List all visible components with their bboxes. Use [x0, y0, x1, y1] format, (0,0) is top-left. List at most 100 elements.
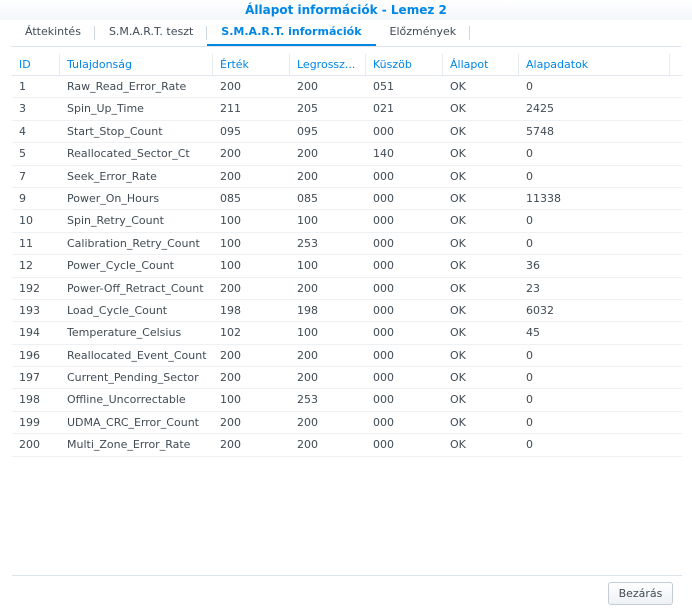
- cell-value: 198: [220, 303, 241, 317]
- cell-raw-data: 6032: [526, 303, 554, 317]
- table-header: ID Tulajdonság Érték Legrossz... Küszöb …: [12, 54, 682, 76]
- table-row[interactable]: 193 Load_Cycle_Count 198 198 000 OK 6032: [12, 300, 682, 323]
- column-header-threshold[interactable]: Küszöb: [366, 54, 443, 75]
- cell-value: 102: [220, 326, 241, 340]
- cell-worst: 200: [297, 281, 318, 295]
- close-button[interactable]: Bezárás: [608, 582, 673, 605]
- cell-status: OK: [450, 393, 466, 407]
- cell-threshold: 000: [373, 214, 394, 228]
- table-row[interactable]: 5 Reallocated_Sector_Ct 200 200 140 OK 0: [12, 143, 682, 166]
- column-header-worst[interactable]: Legrossz...: [290, 54, 366, 75]
- cell-attribute: Reallocated_Event_Count: [67, 348, 207, 362]
- cell-raw-data: 0: [526, 80, 533, 93]
- cell-status: OK: [450, 102, 466, 116]
- tab-overview[interactable]: Áttekintés: [11, 20, 95, 46]
- cell-threshold: 000: [373, 438, 394, 452]
- cell-value: 200: [220, 371, 241, 385]
- table-row[interactable]: 11 Calibration_Retry_Count 100 253 000 OK 0: [12, 233, 682, 256]
- table-row[interactable]: 1 Raw_Read_Error_Rate 200 200 051 OK 0: [12, 76, 682, 99]
- cell-raw-data: 0: [526, 169, 533, 183]
- cell-id: 3: [19, 102, 26, 116]
- cell-raw-data: 0: [526, 438, 533, 452]
- smart-attributes-table: ID Tulajdonság Érték Legrossz... Küszöb …: [12, 54, 682, 457]
- cell-value: 100: [220, 393, 241, 407]
- cell-id: 9: [19, 191, 26, 205]
- cell-value: 100: [220, 214, 241, 228]
- cell-threshold: 000: [373, 191, 394, 205]
- tab-smart-test[interactable]: S.M.A.R.T. teszt: [95, 20, 208, 46]
- cell-threshold: 000: [373, 371, 394, 385]
- table-row[interactable]: 7 Seek_Error_Rate 200 200 000 OK 0: [12, 166, 682, 188]
- column-header-raw-data[interactable]: Alapadatok: [519, 54, 670, 75]
- cell-attribute: Power_Cycle_Count: [67, 259, 174, 273]
- cell-attribute: Current_Pending_Sector: [67, 371, 199, 385]
- cell-worst: 200: [297, 147, 318, 161]
- cell-raw-data: 11338: [526, 191, 561, 205]
- cell-worst: 200: [297, 169, 318, 183]
- table-row[interactable]: 194 Temperature_Celsius 102 100 000 OK 45: [12, 322, 682, 345]
- cell-worst: 200: [297, 371, 318, 385]
- table-row[interactable]: 199 UDMA_CRC_Error_Count 200 200 000 OK 0: [12, 412, 682, 435]
- cell-value: 200: [220, 415, 241, 429]
- cell-attribute: UDMA_CRC_Error_Count: [67, 415, 199, 429]
- cell-threshold: 000: [373, 124, 394, 138]
- table-row[interactable]: 10 Spin_Retry_Count 100 100 000 OK 0: [12, 210, 682, 233]
- cell-raw-data: 5748: [526, 124, 554, 138]
- tab-overview-label: Áttekintés: [25, 25, 81, 38]
- cell-id: 10: [19, 214, 33, 228]
- table-row[interactable]: 196 Reallocated_Event_Count 200 200 000 OK 0: [12, 345, 682, 368]
- tab-history-label: Előzmények: [389, 25, 457, 38]
- cell-worst: 200: [297, 438, 318, 452]
- table-row[interactable]: 3 Spin_Up_Time 211 205 021 OK 2425: [12, 98, 682, 121]
- table-row[interactable]: 197 Current_Pending_Sector 200 200 000 OK 0: [12, 367, 682, 390]
- cell-attribute: Power_On_Hours: [67, 191, 160, 205]
- column-header-value[interactable]: Érték: [213, 54, 290, 75]
- tab-separator: [469, 26, 471, 40]
- cell-raw-data: 36: [526, 259, 540, 273]
- cell-id: 197: [19, 371, 40, 385]
- cell-raw-data: 0: [526, 348, 533, 362]
- cell-raw-data: 2425: [526, 102, 554, 116]
- cell-id: 193: [19, 303, 40, 317]
- cell-status: OK: [450, 214, 466, 228]
- cell-value: 200: [220, 147, 241, 161]
- cell-threshold: 000: [373, 348, 394, 362]
- tab-smart-test-label: S.M.A.R.T. teszt: [108, 25, 194, 38]
- cell-id: 11: [19, 236, 33, 250]
- table-row[interactable]: 192 Power-Off_Retract_Count 200 200 000 OK 23: [12, 278, 682, 300]
- cell-status: OK: [450, 415, 466, 429]
- cell-threshold: 140: [373, 147, 394, 161]
- cell-id: 1: [19, 80, 26, 93]
- cell-id: 200: [19, 438, 40, 452]
- cell-attribute: Offline_Uncorrectable: [67, 393, 186, 407]
- cell-id: 196: [19, 348, 40, 362]
- column-header-status[interactable]: Állapot: [443, 54, 519, 75]
- table-row[interactable]: 4 Start_Stop_Count 095 095 000 OK 5748: [12, 121, 682, 144]
- column-header-filler: [670, 54, 682, 75]
- cell-status: OK: [450, 281, 466, 295]
- cell-attribute: Reallocated_Sector_Ct: [67, 147, 190, 161]
- cell-worst: 095: [297, 124, 318, 138]
- cell-value: 200: [220, 169, 241, 183]
- cell-attribute: Raw_Read_Error_Rate: [67, 80, 187, 93]
- cell-id: 192: [19, 281, 40, 295]
- tab-history[interactable]: Előzmények: [376, 20, 471, 46]
- cell-raw-data: 0: [526, 415, 533, 429]
- cell-threshold: 000: [373, 281, 394, 295]
- cell-worst: 100: [297, 326, 318, 340]
- column-header-id[interactable]: ID: [12, 54, 60, 75]
- table-row[interactable]: 9 Power_On_Hours 085 085 000 OK 11338: [12, 188, 682, 211]
- cell-status: OK: [450, 147, 466, 161]
- cell-status: OK: [450, 326, 466, 340]
- table-row[interactable]: 200 Multi_Zone_Error_Rate 200 200 000 OK 0: [12, 434, 682, 457]
- cell-status: OK: [450, 371, 466, 385]
- cell-threshold: 000: [373, 415, 394, 429]
- tab-smart-info[interactable]: S.M.A.R.T. információk: [207, 20, 376, 46]
- table-row[interactable]: 12 Power_Cycle_Count 100 100 000 OK 36: [12, 255, 682, 278]
- cell-threshold: 000: [373, 259, 394, 273]
- cell-raw-data: 0: [526, 214, 533, 228]
- window-title: Állapot információk - Lemez 2: [0, 0, 692, 20]
- table-row[interactable]: 198 Offline_Uncorrectable 100 253 000 OK 0: [12, 389, 682, 412]
- column-header-attribute[interactable]: Tulajdonság: [60, 54, 213, 75]
- cell-value: 200: [220, 281, 241, 295]
